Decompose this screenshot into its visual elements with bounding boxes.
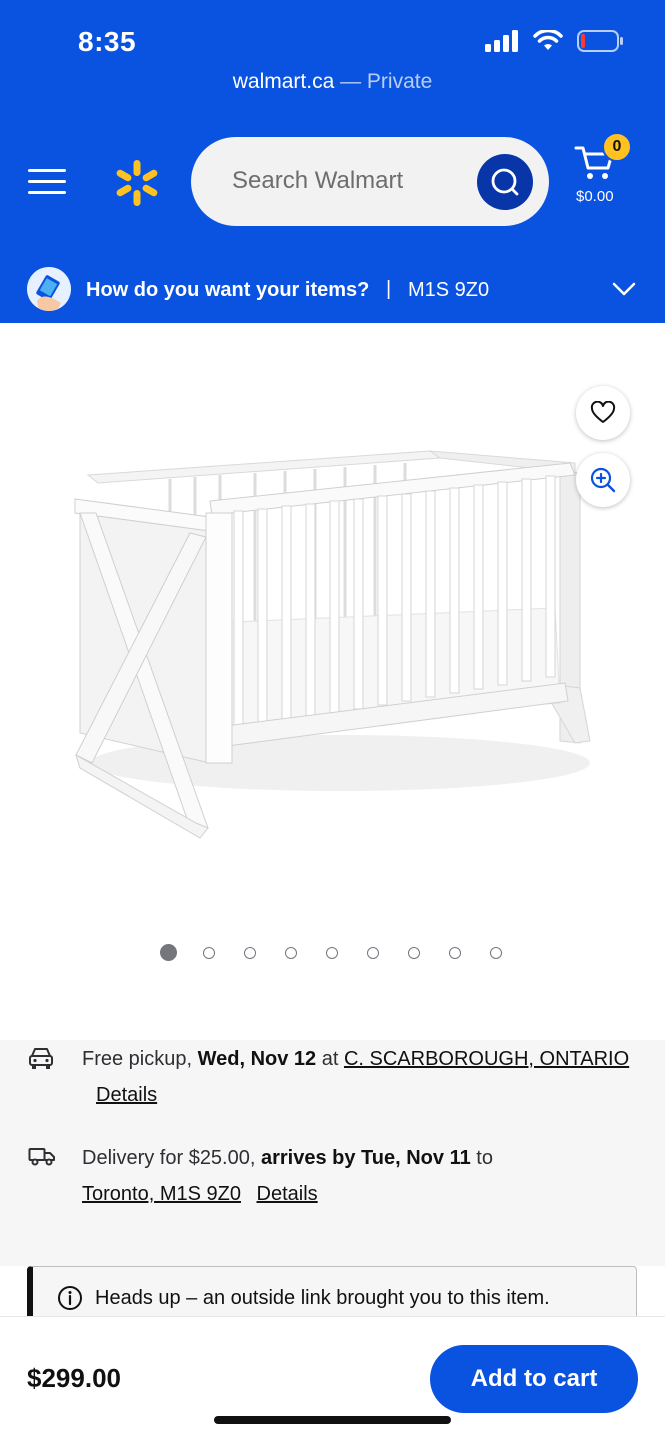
carousel-dot[interactable] — [490, 947, 502, 959]
signal-icon — [485, 30, 518, 52]
delivery-arrival: arrives by Tue, Nov 11 — [260, 1147, 471, 1169]
pickup-details-link[interactable]: Details — [96, 1084, 157, 1106]
pickup-info: Free pickup, Wed, Nov 12 at C. SCARBOROU… — [82, 1048, 630, 1070]
delivery-location-link[interactable]: Toronto, M1S 9Z0 — [82, 1183, 241, 1205]
pickup-store-link[interactable]: C. SCARBOROUGH, ONTARIO — [344, 1048, 629, 1070]
notice-text: Heads up – an outside link brought you t… — [95, 1287, 550, 1309]
cart-total: $0.00 — [576, 188, 614, 205]
search-input[interactable]: Search Walmart — [232, 167, 403, 195]
fulfillment-selector[interactable]: How do you want your items? | M1S 9Z0 — [0, 255, 665, 323]
home-indicator[interactable] — [214, 1416, 451, 1424]
carousel-dot[interactable] — [203, 947, 215, 959]
carousel-dot[interactable] — [285, 947, 297, 959]
search-bar[interactable]: Search Walmart — [191, 137, 549, 226]
delivery-details-link[interactable]: Details — [257, 1183, 318, 1205]
product-image — [74, 450, 591, 839]
carousel-indicators[interactable] — [0, 943, 665, 965]
delivery-info: Delivery for $25.00, arrives by Tue, Nov… — [82, 1147, 493, 1169]
cart-count-badge: 0 — [602, 132, 632, 162]
heart-icon — [590, 401, 616, 423]
private-mode-label: — Private — [334, 70, 433, 93]
fulfillment-info: Free pickup, Wed, Nov 12 at C. SCARBOROU… — [0, 1040, 665, 1266]
walmart-spark-logo[interactable] — [112, 158, 162, 208]
product-image-carousel[interactable] — [0, 323, 665, 923]
chevron-down-icon — [612, 282, 636, 296]
search-button[interactable] — [477, 154, 533, 210]
cart-button[interactable]: 0 $0.00 — [570, 132, 632, 212]
url-domain: walmart.ca — [232, 70, 335, 93]
carousel-dot[interactable] — [449, 947, 461, 959]
hamburger-icon — [28, 169, 66, 172]
status-icons — [485, 30, 625, 52]
delivery-truck-icon — [28, 1148, 55, 1166]
fulfillment-question: How do you want your items? — [86, 279, 370, 301]
pickup-date: Wed, Nov 12 — [197, 1048, 317, 1070]
carousel-dot[interactable] — [408, 947, 420, 959]
zoom-in-icon — [590, 467, 616, 493]
carousel-dot[interactable] — [367, 947, 379, 959]
info-icon — [58, 1286, 82, 1310]
add-to-favorites-button[interactable] — [576, 386, 630, 440]
carousel-dot[interactable] — [326, 947, 338, 959]
car-icon — [29, 1048, 53, 1069]
fulfillment-separator: | — [386, 278, 392, 300]
carousel-dot[interactable] — [160, 944, 177, 961]
zoom-button[interactable] — [576, 453, 630, 507]
browser-url[interactable]: walmart.ca — Private — [0, 70, 665, 94]
search-icon — [491, 168, 519, 196]
status-time: 8:35 — [78, 26, 137, 57]
product-price: $299.00 — [27, 1363, 121, 1393]
wifi-icon — [533, 30, 563, 50]
carousel-dot[interactable] — [244, 947, 256, 959]
fulfillment-icon — [27, 267, 71, 311]
add-to-cart-button[interactable]: Add to cart — [430, 1345, 638, 1413]
postal-code: M1S 9Z0 — [408, 279, 490, 301]
menu-button[interactable] — [28, 164, 68, 198]
battery-icon — [577, 30, 623, 52]
